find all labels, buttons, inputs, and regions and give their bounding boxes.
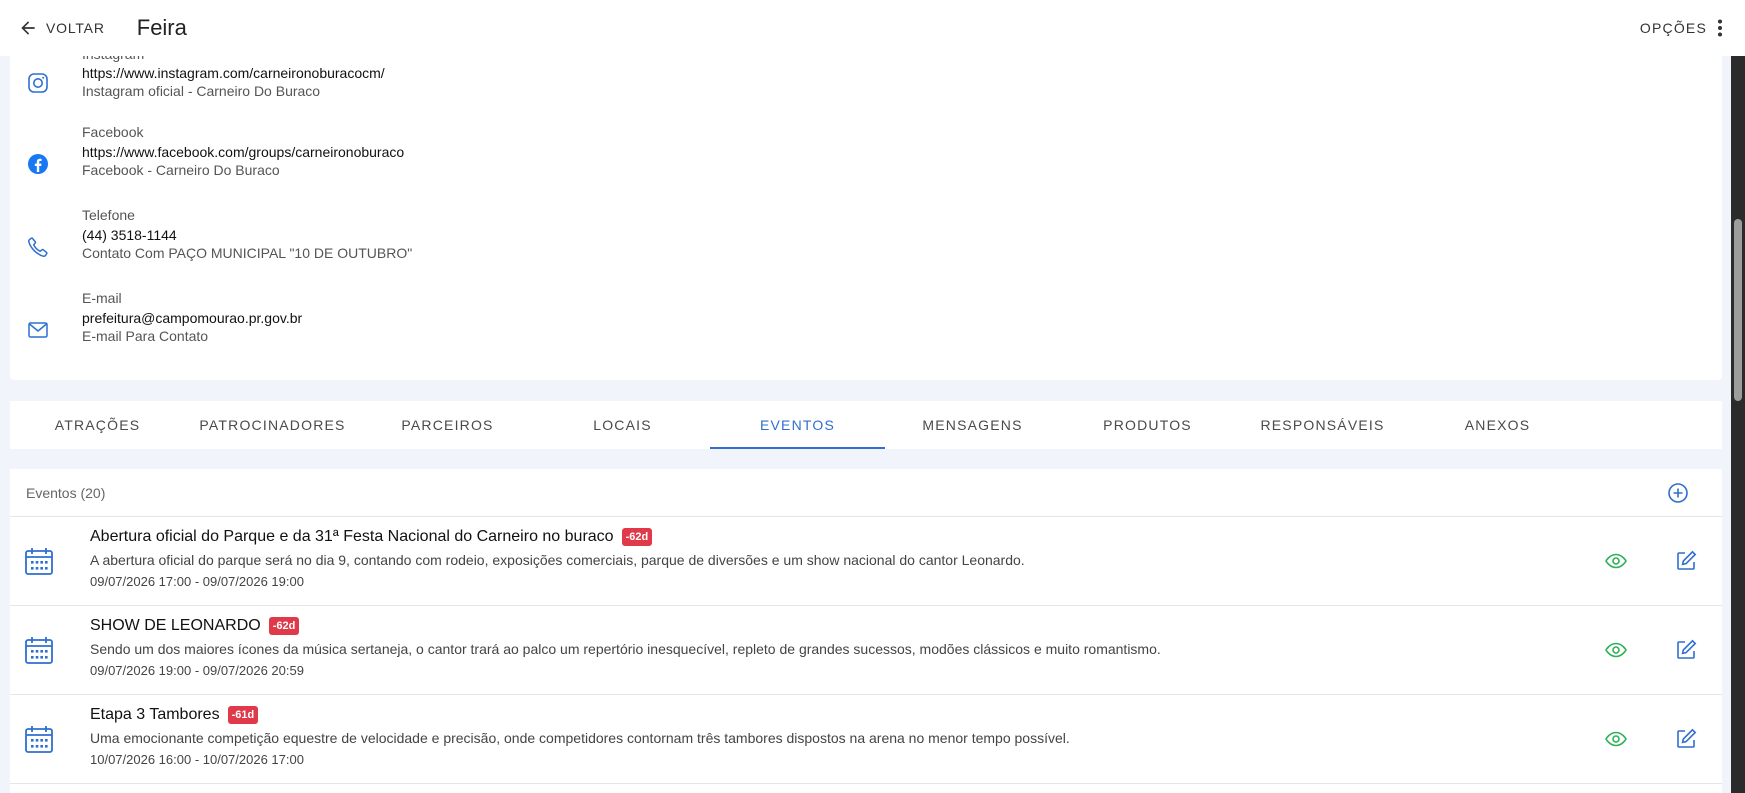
- contact-value[interactable]: https://www.facebook.com/groups/carneiro…: [82, 144, 404, 160]
- event-title-line: Etapa 3 Tambores -61d: [90, 706, 259, 724]
- calendar-icon: [25, 637, 53, 664]
- event-title: Etapa 3 Tambores: [90, 706, 220, 723]
- tab-parceiros[interactable]: PARCEIROS: [360, 401, 535, 449]
- event-dates: 09/07/2026 19:00 - 09/07/2026 20:59: [90, 663, 304, 678]
- scrollbar-thumb[interactable]: [1734, 219, 1742, 401]
- tab-bar: ATRAÇÕES PATROCINADORES PARCEIROS LOCAIS…: [10, 401, 1722, 449]
- contact-label: E-mail: [82, 290, 122, 306]
- event-title: SHOW DE LEONARDO: [90, 617, 261, 634]
- contact-description: Facebook - Carneiro Do Buraco: [82, 162, 280, 178]
- mail-icon: [28, 322, 48, 338]
- scrollbar-track[interactable]: [1731, 56, 1745, 793]
- event-title-line: SHOW DE LEONARDO -62d: [90, 617, 300, 635]
- contact-value[interactable]: (44) 3518-1144: [82, 227, 177, 243]
- tab-patrocinadores[interactable]: PATROCINADORES: [185, 401, 360, 449]
- event-description: Sendo um dos maiores ícones da música se…: [90, 641, 1161, 657]
- more-vert-icon: [1718, 19, 1722, 37]
- arrow-left-icon: [21, 21, 35, 35]
- calendar-icon: [25, 548, 53, 575]
- contact-email: E-mail prefeitura@campomourao.pr.gov.br …: [10, 290, 1722, 360]
- tab-produtos[interactable]: PRODUTOS: [1060, 401, 1235, 449]
- options-button[interactable]: OPÇÕES: [1640, 0, 1723, 56]
- calendar-icon: [25, 726, 53, 753]
- contact-description: Contato Com PAÇO MUNICIPAL "10 DE OUTUBR…: [82, 245, 413, 261]
- tab-eventos[interactable]: EVENTOS: [710, 401, 885, 449]
- events-count: Eventos (20): [26, 484, 106, 501]
- view-event-button[interactable]: [1604, 727, 1628, 751]
- events-panel: Eventos (20) Abertura oficial do Parque …: [10, 469, 1722, 793]
- tab-atracoes[interactable]: ATRAÇÕES: [10, 401, 185, 449]
- contact-label: Facebook: [82, 124, 144, 140]
- view-event-button[interactable]: [1604, 638, 1628, 662]
- app-bar: VOLTAR Feira OPÇÕES: [0, 0, 1745, 56]
- edit-event-button[interactable]: [1674, 549, 1698, 573]
- event-row: Etapa 3 Tambores -61d Uma emocionante co…: [10, 695, 1722, 784]
- contacts-card: Instagram https://www.instagram.com/carn…: [10, 40, 1722, 380]
- days-badge: -61d: [227, 706, 259, 724]
- event-row: Abertura oficial do Parque e da 31ª Fest…: [10, 517, 1722, 606]
- contact-description: Instagram oficial - Carneiro Do Buraco: [82, 83, 321, 99]
- phone-icon: [27, 237, 48, 258]
- edit-event-button[interactable]: [1674, 727, 1698, 751]
- contact-facebook: Facebook https://www.facebook.com/groups…: [10, 124, 1722, 194]
- back-button[interactable]: VOLTAR: [18, 18, 105, 38]
- days-badge: -62d: [268, 617, 300, 635]
- event-dates: 10/07/2026 16:00 - 10/07/2026 17:00: [90, 752, 304, 767]
- page-title: Feira: [136, 15, 187, 40]
- event-title: Abertura oficial do Parque e da 31ª Fest…: [90, 528, 614, 545]
- add-event-button[interactable]: [1666, 481, 1690, 505]
- options-label: OPÇÕES: [1639, 20, 1707, 36]
- tab-locais[interactable]: LOCAIS: [535, 401, 710, 449]
- days-badge: -62d: [621, 528, 653, 546]
- contact-label: Telefone: [82, 207, 135, 223]
- facebook-icon: [28, 154, 48, 174]
- event-description: A abertura oficial do parque será no dia…: [90, 552, 1025, 568]
- instagram-icon: [28, 73, 48, 93]
- contact-value[interactable]: https://www.instagram.com/carneironobura…: [82, 65, 385, 81]
- event-row: SHOW DE LEONARDO -62d Sendo um dos maior…: [10, 606, 1722, 695]
- events-header: Eventos (20): [10, 469, 1722, 517]
- tab-responsaveis[interactable]: RESPONSÁVEIS: [1235, 401, 1410, 449]
- event-title-line: Abertura oficial do Parque e da 31ª Fest…: [90, 528, 653, 546]
- contact-phone: Telefone (44) 3518-1144 Contato Com PAÇO…: [10, 207, 1722, 277]
- contact-value[interactable]: prefeitura@campomourao.pr.gov.br: [82, 310, 302, 326]
- event-description: Uma emocionante competição equestre de v…: [90, 730, 1070, 746]
- view-event-button[interactable]: [1604, 549, 1628, 573]
- back-label: VOLTAR: [46, 20, 105, 36]
- contact-description: E-mail Para Contato: [82, 328, 209, 344]
- tab-anexos[interactable]: ANEXOS: [1410, 401, 1585, 449]
- edit-event-button[interactable]: [1674, 638, 1698, 662]
- event-dates: 09/07/2026 17:00 - 09/07/2026 19:00: [90, 574, 304, 589]
- tab-mensagens[interactable]: MENSAGENS: [885, 401, 1060, 449]
